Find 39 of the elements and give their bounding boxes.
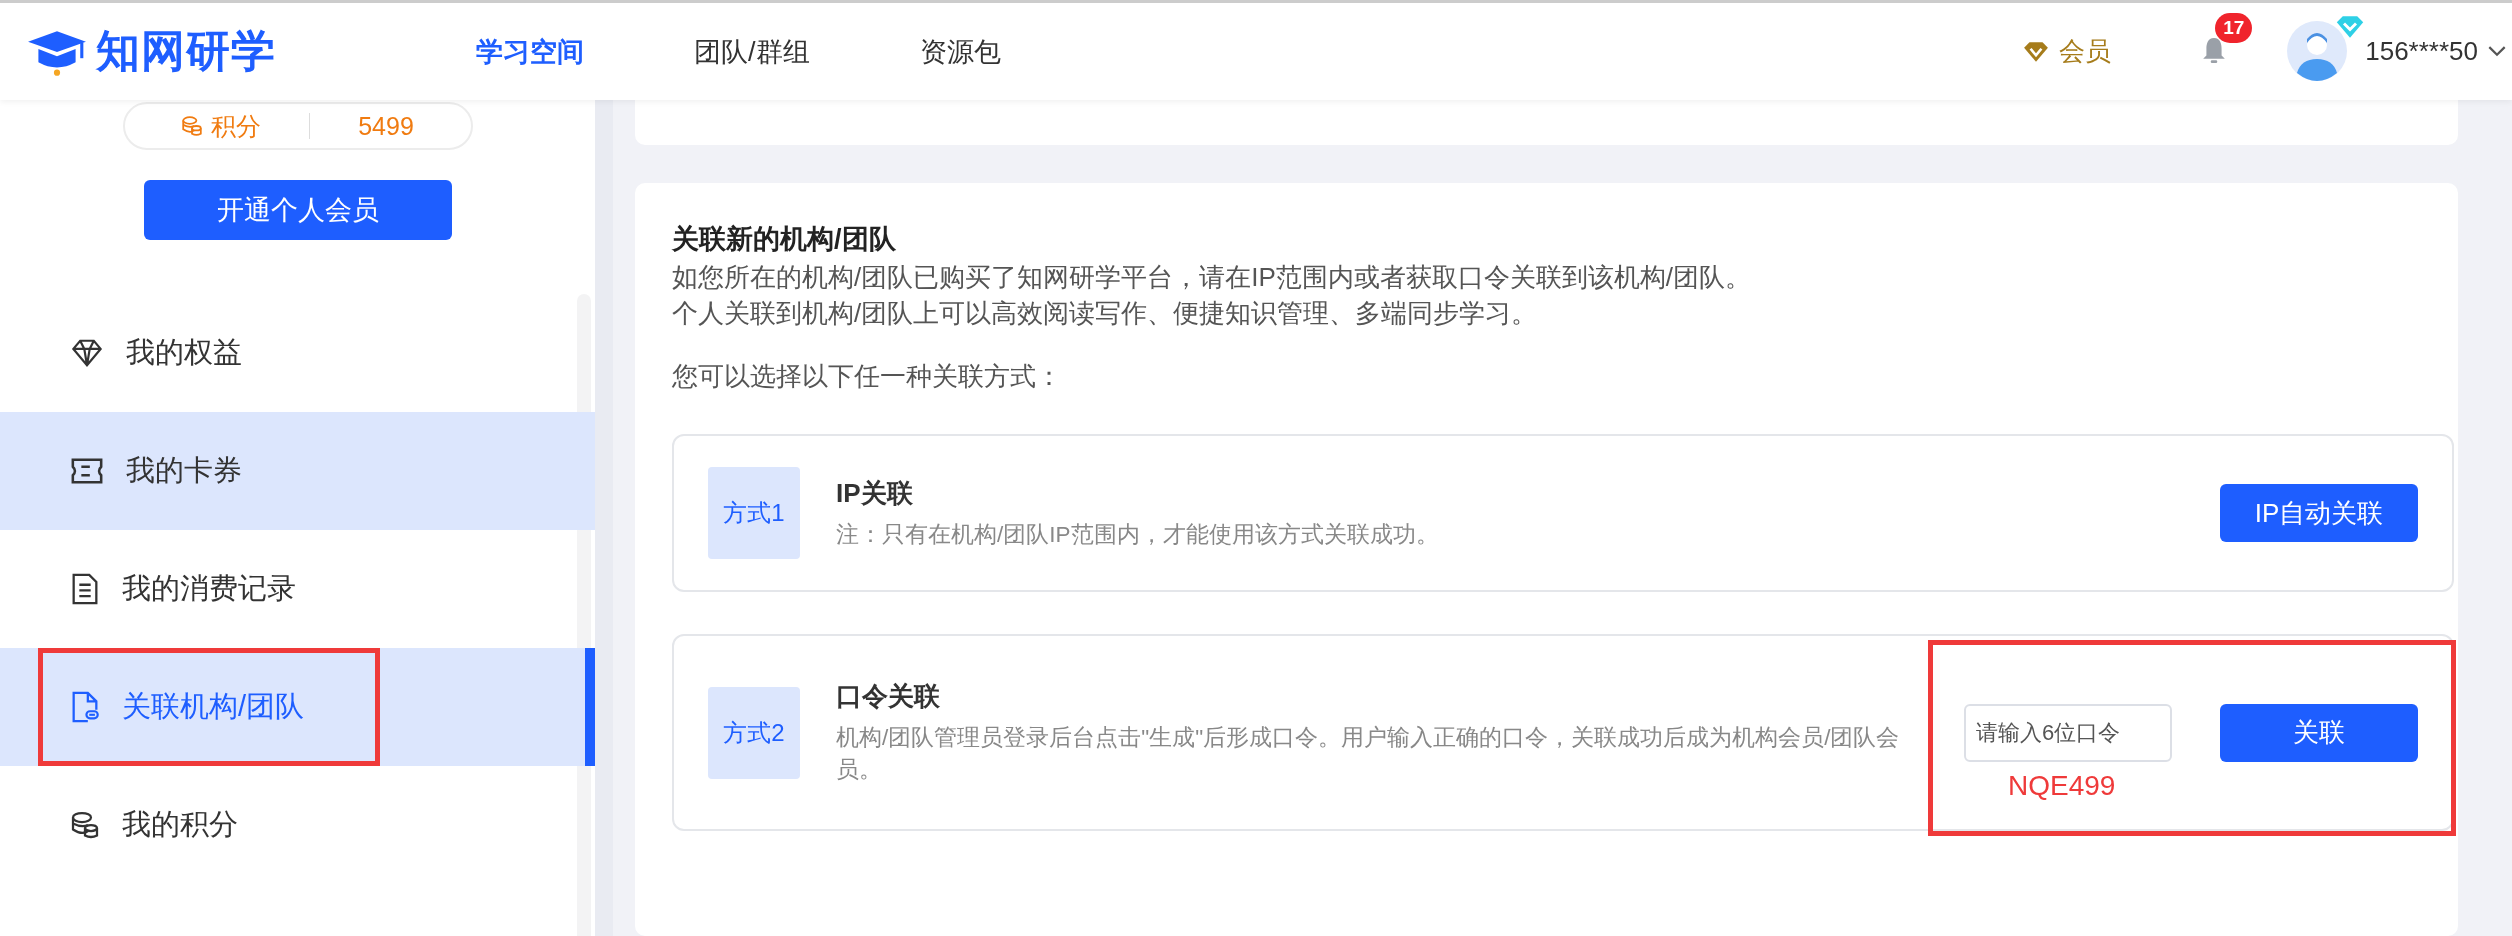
avatar-icon[interactable] [2287,20,2348,81]
sidebar-item[interactable]: 我的权益 [0,294,595,412]
notification-count: 17 [2215,12,2253,43]
method-title: IP关联 [836,476,914,510]
method-title: 口令关联 [836,680,941,713]
logo-text: 知网研学 [96,25,276,77]
member-link[interactable]: 会员 [2023,34,2112,69]
points-label: 积分 [211,110,262,142]
nav-tab[interactable]: 资源包 [889,23,1031,80]
ip-link-button[interactable]: IP自动关联 [2220,484,2418,542]
chevron-down-icon[interactable] [2488,46,2506,57]
link-button[interactable]: 关联 [2220,703,2418,762]
code-input-field[interactable]: 请输入6位口令 [1964,703,2172,762]
diamond-icon [70,338,104,368]
document-link-icon [70,690,100,724]
document-icon [70,572,100,606]
points-value: 5499 [358,111,414,141]
sidebar-item[interactable]: 我的积分 [0,766,595,884]
method-description: 注：只有在机构/团队IP范围内，才能使用该方式关联成功。 [836,520,1440,549]
vip-diamond-icon [2335,14,2366,39]
annotation-text: NQE499 [2008,769,2116,802]
panel-title: 关联新的机构/团队 [672,223,897,256]
diamond-icon [2023,40,2050,63]
method-badge: 方式1 [708,467,800,559]
intro-text: 个人关联到机构/团队上可以高效阅读写作、便捷知识管理、多端同步学习。 [672,297,1539,329]
instruction-text: 您可以选择以下任一种关联方式： [672,360,1063,393]
sidebar-item[interactable]: 我的卡券 [0,412,595,530]
method-badge: 方式2 [708,686,800,779]
sidebar-item[interactable]: 关联机构/团队 [0,648,595,766]
coins-icon [181,115,204,137]
sidebar-item[interactable]: 我的消费记录 [0,530,595,648]
username[interactable]: 156****50 [2365,36,2478,67]
coins-icon [70,810,100,840]
nav-tab[interactable]: 团队/群组 [664,23,840,80]
vip-button[interactable]: 开通个人会员 [143,180,452,240]
nav-tab[interactable]: 学习空间 [446,23,614,80]
ticket-icon [70,456,104,486]
intro-text: 如您所在的机构/团队已购买了知网研学平台，请在IP范围内或者获取口令关联到该机构/团队。 [672,261,1752,293]
method-description: 机构/团队管理员登录后台点击"生成"后形成口令。用户输入正确的口令，关联成功后成为机构会员/团队会 员。 [836,724,1901,784]
